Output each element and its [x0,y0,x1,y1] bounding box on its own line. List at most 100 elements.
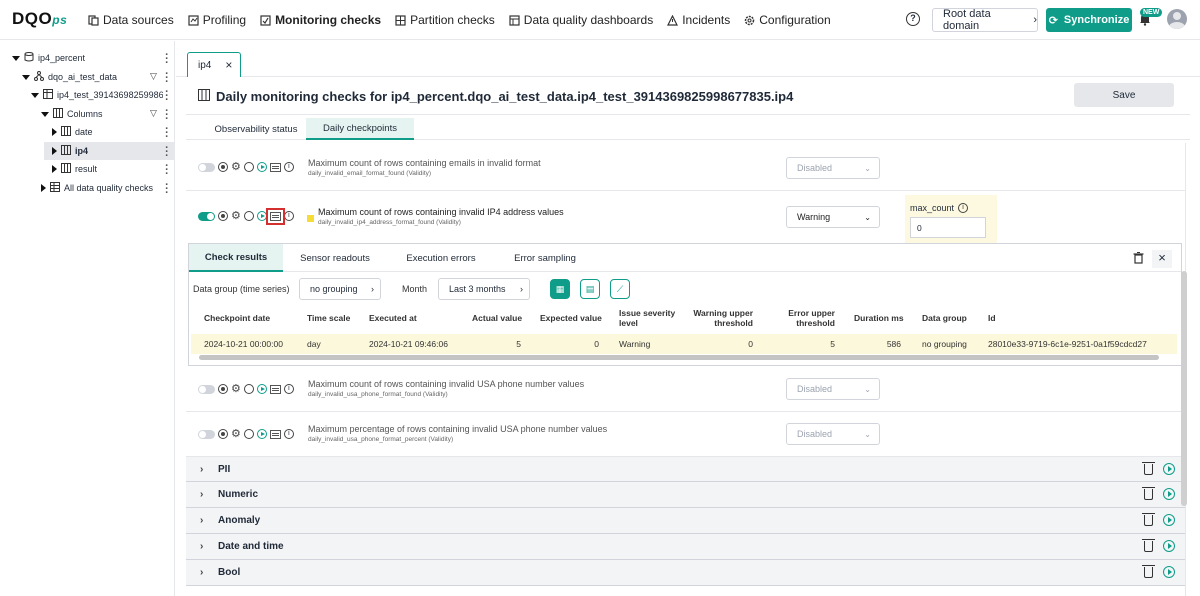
col-checkpoint-date[interactable]: Checkpoint date [204,313,270,323]
trash-icon[interactable] [1142,462,1155,475]
tree-item-schema[interactable]: dqo_ai_test_data [22,68,117,86]
nav-profiling[interactable]: Profiling [188,13,246,27]
expand-icon[interactable] [41,184,46,192]
category-anomaly[interactable]: › Anomaly [186,508,1185,534]
tree-item-column-result[interactable]: result [52,160,97,178]
category-pii[interactable]: › PII [186,457,1185,482]
severity-select[interactable]: Warning ⌄ [786,206,880,228]
info-icon[interactable]: i [283,162,294,172]
gear-icon[interactable]: ⚙ [231,384,241,395]
max-count-input[interactable]: 0 [910,217,986,238]
synchronize-button[interactable]: ⟳ Synchronize [1046,8,1132,32]
info-icon[interactable]: i [958,203,969,213]
record-icon[interactable] [218,384,228,394]
col-error-upper[interactable]: Error upper threshold [769,308,835,328]
col-id[interactable]: Id [988,313,996,323]
kebab-menu-icon[interactable]: · · · [165,87,169,106]
chart-view-icon[interactable]: ⟋ [610,279,630,299]
kebab-menu-icon[interactable]: · · · [165,180,169,199]
run-checks-icon[interactable] [1163,463,1175,475]
run-check-icon[interactable] [256,211,267,221]
nav-monitoring-checks[interactable]: Monitoring checks [260,13,381,27]
gear-icon[interactable]: ⚙ [231,429,241,440]
tab-check-results[interactable]: Check results [189,244,283,272]
close-icon[interactable]: × [1152,250,1172,268]
kebab-menu-icon[interactable]: · · · [165,124,169,143]
run-checks-icon[interactable] [1163,514,1175,526]
tab-observability-status[interactable]: Observability status [196,118,316,140]
expand-icon[interactable] [41,111,49,117]
tab-ip4[interactable]: ip4 × [187,52,241,77]
table-view-icon[interactable]: ▦ [550,279,570,299]
filter-icon[interactable]: ▽ [150,108,157,119]
record-icon[interactable] [218,429,228,439]
nav-partition-checks[interactable]: Partition checks [395,13,495,27]
expand-icon[interactable] [12,55,20,61]
col-duration[interactable]: Duration ms [854,313,904,323]
run-check-icon[interactable] [256,429,267,439]
root-data-domain-button[interactable]: Root data domain › [932,8,1038,32]
month-select[interactable]: Last 3 months › [438,278,530,300]
clock-icon[interactable] [243,429,254,439]
gear-icon[interactable]: ⚙ [231,162,241,173]
kebab-menu-icon[interactable]: · · · [165,143,169,162]
kebab-menu-icon[interactable]: · · · [165,106,169,125]
tab-daily-checkpoints[interactable]: Daily checkpoints [306,118,414,140]
col-executed-at[interactable]: Executed at [369,313,417,323]
kebab-menu-icon[interactable]: · · · [165,50,169,69]
kebab-menu-icon[interactable]: · · · [165,161,169,180]
data-group-select[interactable]: no grouping › [299,278,381,300]
trash-icon[interactable] [1133,252,1144,267]
category-date-and-time[interactable]: › Date and time [186,534,1185,560]
horizontal-scrollbar[interactable] [199,355,1159,360]
info-icon[interactable]: i [283,384,294,394]
trash-icon[interactable] [1142,513,1155,526]
run-checks-icon[interactable] [1163,488,1175,500]
record-icon[interactable] [218,162,228,172]
filter-icon[interactable]: ▽ [150,71,157,82]
nav-incidents[interactable]: Incidents [667,13,730,27]
app-logo[interactable]: DQOps [12,9,67,29]
table-row[interactable]: 2024-10-21 00:00:00 day 2024-10-21 09:46… [191,334,1177,354]
col-time-scale[interactable]: Time scale [307,313,350,323]
tree-item-all-checks[interactable]: All data quality checks [41,179,153,197]
avatar[interactable] [1167,9,1187,29]
gear-icon[interactable]: ⚙ [231,211,241,222]
clock-icon[interactable] [243,211,254,221]
record-icon[interactable] [218,211,228,221]
run-checks-icon[interactable] [1163,566,1175,578]
tree-item-column-date[interactable]: date [52,123,93,141]
vertical-scrollbar[interactable] [1181,271,1187,506]
results-table-icon[interactable] [269,162,281,172]
col-issue-severity[interactable]: Issue severity level [619,308,679,328]
category-numeric[interactable]: › Numeric [186,482,1185,508]
tab-error-sampling[interactable]: Error sampling [499,244,591,272]
nav-configuration[interactable]: Configuration [744,13,831,27]
severity-select[interactable]: Disabled ⌄ [786,157,880,179]
help-icon[interactable]: ? [906,12,920,26]
trash-icon[interactable] [1142,565,1155,578]
tree-item-table[interactable]: ip4_test_3914369825998677 [31,86,163,104]
grid-view-icon[interactable]: ▤ [580,279,600,299]
col-warning-upper[interactable]: Warning upper threshold [689,308,753,328]
severity-select[interactable]: Disabled ⌄ [786,378,880,400]
trash-icon[interactable] [1142,487,1155,500]
col-data-group[interactable]: Data group [922,313,967,323]
expand-icon[interactable] [31,92,39,98]
nav-data-quality-dashboards[interactable]: Data quality dashboards [509,13,653,27]
expand-icon[interactable] [22,74,30,80]
results-table-icon[interactable] [269,429,281,439]
clock-icon[interactable] [243,162,254,172]
results-table-icon[interactable] [265,207,285,225]
trash-icon[interactable] [1142,539,1155,552]
info-icon[interactable]: i [283,429,294,439]
enable-toggle[interactable] [198,384,215,394]
run-check-icon[interactable] [256,162,267,172]
tree-item-column-ip4[interactable]: ip4 [44,142,174,160]
kebab-menu-icon[interactable]: · · · [165,69,169,88]
run-check-icon[interactable] [256,384,267,394]
results-table-icon[interactable] [269,384,281,394]
close-icon[interactable]: × [225,58,232,72]
clock-icon[interactable] [243,384,254,394]
tab-sensor-readouts[interactable]: Sensor readouts [289,244,381,272]
